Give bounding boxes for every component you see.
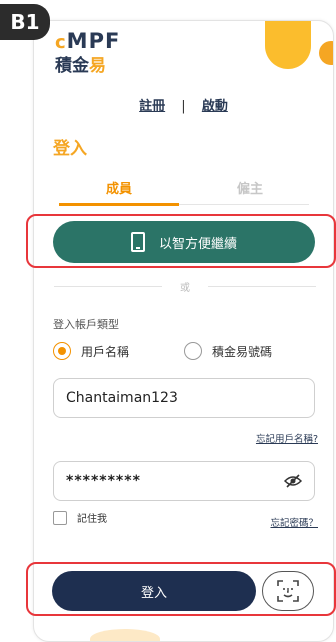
forgot-username-link[interactable]: 忘記用戶名稱? xyxy=(256,431,318,445)
radio-selected-icon xyxy=(53,342,71,360)
phone-screen: cMPF 積金易 註冊 | 啟動 登入 成員 僱主 以智方便繼續 或 登入帳戶類… xyxy=(33,20,334,642)
active-tab-indicator xyxy=(59,203,179,206)
top-links: 註冊 | 啟動 xyxy=(34,95,333,114)
remember-checkbox[interactable] xyxy=(53,510,67,525)
link-separator: | xyxy=(181,99,186,114)
activate-link[interactable]: 啟動 xyxy=(202,99,228,114)
highlight-box-login xyxy=(26,562,336,616)
or-divider: 或 xyxy=(54,279,316,294)
logo-text-a: 積金 xyxy=(55,56,89,76)
login-type-label: 登入帳戶類型 xyxy=(53,318,119,331)
radio-unselected-icon xyxy=(184,342,202,360)
remember-me[interactable]: 記住我 xyxy=(53,510,107,525)
radio-username-label: 用戶名稱 xyxy=(81,344,130,359)
radio-username[interactable]: 用戶名稱 xyxy=(53,342,129,360)
eye-slash-icon[interactable] xyxy=(283,474,303,488)
tab-member[interactable]: 成員 xyxy=(59,178,179,197)
tab-divider xyxy=(179,204,309,205)
logo-text-b: 易 xyxy=(89,56,106,76)
step-badge: B1 xyxy=(0,4,50,40)
password-value: ********* xyxy=(66,473,141,489)
logo-mark: c xyxy=(55,32,67,53)
decorative-shape xyxy=(265,21,311,69)
tab-employer[interactable]: 僱主 xyxy=(190,178,310,197)
username-field[interactable]: Chantaiman123 xyxy=(53,378,315,418)
page-title: 登入 xyxy=(53,139,87,159)
username-value: Chantaiman123 xyxy=(66,390,178,406)
decorative-dot xyxy=(319,41,333,65)
logo-text-mpf: MPF xyxy=(66,29,121,53)
decorative-shape-bottom xyxy=(90,629,160,641)
radio-empf-number[interactable]: 積金易號碼 xyxy=(184,342,272,360)
remember-me-label: 記住我 xyxy=(77,514,107,525)
app-logo: cMPF 積金易 xyxy=(55,29,120,76)
register-link[interactable]: 註冊 xyxy=(139,99,165,114)
highlight-box-iamsmart xyxy=(26,214,336,268)
forgot-password-link[interactable]: 忘記密碼？ xyxy=(270,515,318,529)
radio-empf-number-label: 積金易號碼 xyxy=(212,344,273,359)
password-field[interactable]: ********* xyxy=(53,461,315,501)
